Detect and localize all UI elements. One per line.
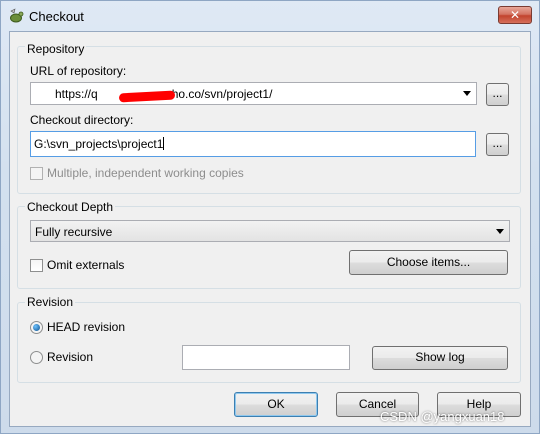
checkout-directory-browse-button[interactable]: ... bbox=[486, 133, 509, 156]
choose-items-button[interactable]: Choose items... bbox=[349, 250, 508, 275]
checkout-directory-input[interactable]: G:\svn_projects\project1 bbox=[30, 131, 476, 157]
omit-externals-label: Omit externals bbox=[47, 258, 125, 272]
chevron-down-icon[interactable] bbox=[496, 229, 504, 234]
checkout-directory-label: Checkout directory: bbox=[30, 113, 134, 127]
revision-radio[interactable] bbox=[30, 351, 43, 364]
ok-label: OK bbox=[267, 397, 285, 411]
revision-input[interactable] bbox=[182, 345, 350, 370]
url-browse-label: ... bbox=[492, 86, 503, 100]
revision-label: Revision bbox=[47, 350, 94, 364]
close-button[interactable]: ✕ bbox=[498, 6, 532, 24]
repository-group-label: Repository bbox=[25, 42, 87, 56]
show-log-button[interactable]: Show log bbox=[372, 346, 508, 370]
csdn-watermark: CSDN @yangxuan18 bbox=[380, 409, 505, 424]
multiple-working-copies-label: Multiple, independent working copies bbox=[47, 166, 244, 180]
text-caret bbox=[163, 137, 165, 150]
close-icon: ✕ bbox=[509, 8, 521, 22]
url-value: https://q bbox=[55, 87, 98, 101]
tortoisesvn-app-icon bbox=[10, 8, 24, 23]
window-title: Checkout bbox=[29, 9, 84, 24]
radio-selected-dot bbox=[33, 324, 40, 331]
checkout-directory-browse-label: ... bbox=[492, 136, 503, 150]
multiple-working-copies-checkbox[interactable] bbox=[30, 167, 43, 180]
checkout-depth-group-label: Checkout Depth bbox=[25, 200, 116, 214]
choose-items-label: Choose items... bbox=[386, 255, 471, 269]
checkout-dialog: Checkout ✕ Repository URL of repository:… bbox=[0, 0, 540, 434]
show-log-label: Show log bbox=[415, 350, 465, 364]
title-bar[interactable]: Checkout ✕ bbox=[1, 1, 539, 31]
url-value-tail: ho.co/svn/project1/ bbox=[171, 87, 273, 101]
depth-select[interactable]: Fully recursive bbox=[30, 220, 510, 242]
chevron-down-icon[interactable] bbox=[463, 91, 471, 96]
depth-selected-value: Fully recursive bbox=[35, 225, 113, 239]
checkout-depth-group bbox=[17, 206, 521, 289]
ok-button[interactable]: OK bbox=[234, 392, 318, 417]
url-label: URL of repository: bbox=[30, 64, 127, 78]
url-browse-button[interactable]: ... bbox=[486, 83, 509, 106]
head-revision-radio[interactable] bbox=[30, 321, 43, 334]
head-revision-label: HEAD revision bbox=[47, 320, 126, 334]
url-combobox[interactable]: https://q ho.co/svn/project1/ bbox=[30, 82, 477, 105]
revision-group-label: Revision bbox=[25, 295, 76, 309]
revision-group bbox=[17, 302, 521, 383]
dialog-body: Repository URL of repository: https://q h… bbox=[9, 31, 531, 427]
checkout-directory-value: G:\svn_projects\project1 bbox=[34, 137, 164, 151]
omit-externals-checkbox[interactable] bbox=[30, 259, 43, 272]
